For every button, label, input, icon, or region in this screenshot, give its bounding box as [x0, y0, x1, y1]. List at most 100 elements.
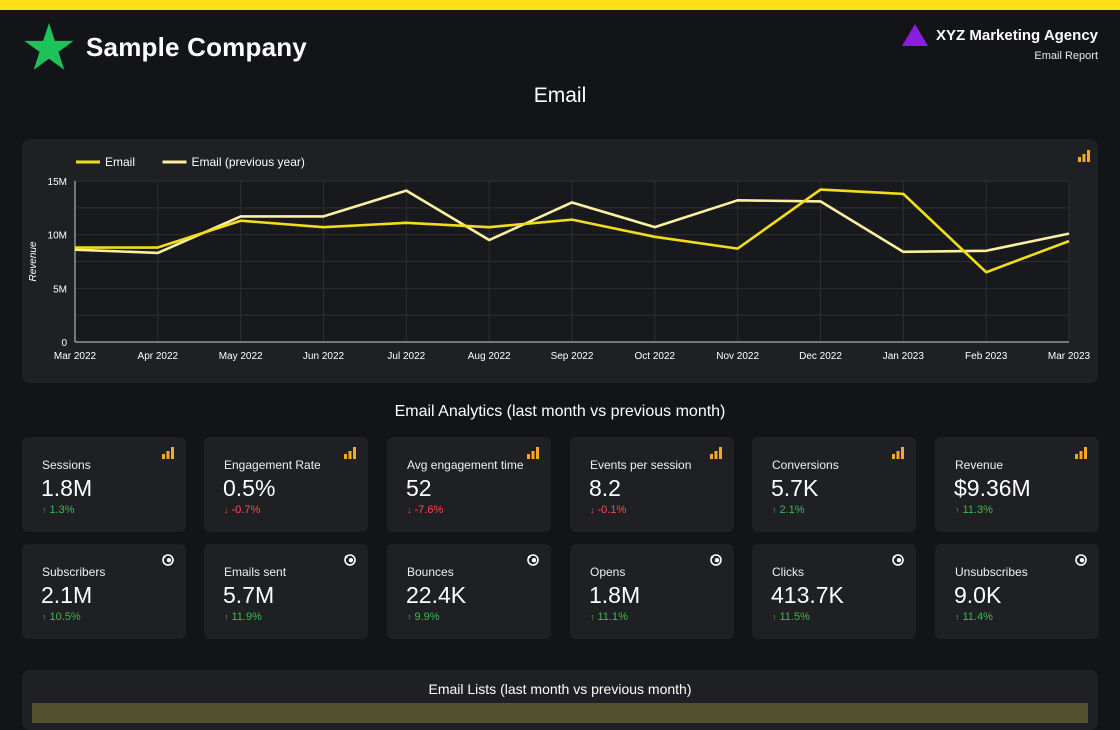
y-tick-label: 15M — [48, 177, 67, 188]
kpi-delta: ↑ 11.9% — [224, 611, 262, 623]
arrow-up-icon: ↑ — [407, 612, 412, 622]
kpi-delta-value: 10.5% — [49, 611, 81, 623]
kpi-card-opens: Opens 1.8M ↑ 11.1% — [570, 544, 734, 639]
top-accent-bar — [0, 0, 1120, 10]
arrow-up-icon: ↑ — [772, 505, 777, 515]
arrow-up-icon: ↑ — [772, 612, 777, 622]
x-tick-label: Oct 2022 — [635, 351, 676, 362]
x-tick-label: Mar 2023 — [1048, 351, 1091, 362]
arrow-down-icon: ↓ — [407, 505, 412, 515]
y-tick-label: 0 — [61, 338, 67, 349]
kpi-delta-value: 11.9% — [231, 611, 262, 623]
kpi-card-unsubscribes: Unsubscribes 9.0K ↑ 11.4% — [935, 544, 1099, 639]
kpi-value: 9.0K — [954, 582, 1002, 608]
email-lists-table-header — [32, 703, 1088, 723]
arrow-up-icon: ↑ — [224, 612, 229, 622]
monkey-icon[interactable] — [892, 554, 904, 566]
agency-name: XYZ Marketing Agency — [936, 26, 1098, 44]
monkey-icon[interactable] — [710, 554, 722, 566]
kpi-delta-value: 1.3% — [49, 504, 75, 516]
kpi-delta-value: 11.4% — [962, 611, 993, 623]
legend-label: Email — [105, 155, 135, 169]
monkey-icon[interactable] — [527, 554, 539, 566]
bar-chart-icon[interactable] — [1075, 447, 1087, 459]
kpi-label: Subscribers — [42, 565, 106, 579]
bar-chart-icon[interactable] — [344, 447, 356, 459]
kpi-delta: ↓ -7.6% — [407, 504, 443, 516]
kpi-card-emails-sent: Emails sent 5.7M ↑ 11.9% — [204, 544, 368, 639]
kpi-value: 2.1M — [41, 582, 93, 608]
email-lists-card: Email Lists (last month vs previous mont… — [22, 670, 1098, 730]
kpi-delta: ↓ -0.1% — [590, 504, 626, 516]
kpi-value: 8.2 — [589, 475, 621, 501]
kpi-card-revenue: Revenue $9.36M ↑ 11.3% — [935, 437, 1099, 532]
x-tick-label: Jul 2022 — [387, 351, 425, 362]
kpi-card-clicks: Clicks 413.7K ↑ 11.5% — [752, 544, 916, 639]
arrow-down-icon: ↓ — [224, 505, 229, 515]
kpi-delta-value: -7.6% — [414, 504, 444, 516]
company-name: Sample Company — [86, 31, 307, 62]
analytics-section-title: Email Analytics (last month vs previous … — [394, 403, 726, 420]
kpi-card-subscribers: Subscribers 2.1M ↑ 10.5% — [22, 544, 186, 639]
kpi-label: Clicks — [772, 565, 804, 579]
x-tick-label: Aug 2022 — [468, 351, 511, 362]
bar-chart-icon[interactable] — [527, 447, 539, 459]
kpi-label: Bounces — [407, 565, 454, 579]
bar-chart-icon[interactable] — [162, 447, 174, 459]
kpi-value: 5.7K — [771, 475, 819, 501]
kpi-delta-value: -0.7% — [231, 504, 261, 516]
star-icon — [24, 23, 74, 70]
x-tick-label: Dec 2022 — [799, 351, 842, 362]
kpi-delta-value: 11.3% — [962, 504, 993, 516]
kpi-delta: ↑ 11.5% — [772, 611, 810, 623]
kpi-value: $9.36M — [954, 475, 1031, 501]
kpi-label: Conversions — [772, 458, 839, 472]
kpi-value: 5.7M — [223, 582, 275, 608]
kpi-delta-value: -0.1% — [597, 504, 627, 516]
kpi-card-bounces: Bounces 22.4K ↑ 9.9% — [387, 544, 551, 639]
kpi-value: 1.8M — [589, 582, 641, 608]
y-tick-label: 5M — [53, 284, 67, 295]
kpi-delta-value: 2.1% — [779, 504, 805, 516]
revenue-line-chart: 0 5M 10M 15M Mar 2022 Apr 2022 May 2022 Jun 202… — [28, 155, 1091, 362]
arrow-up-icon: ↑ — [955, 505, 960, 515]
kpi-delta: ↑ 1.3% — [42, 504, 75, 516]
kpi-delta: ↑ 2.1% — [772, 504, 805, 516]
kpi-label: Sessions — [42, 458, 91, 472]
kpi-label: Avg engagement time — [407, 458, 524, 472]
kpi-label: Engagement Rate — [224, 458, 321, 472]
kpi-delta: ↑ 10.5% — [42, 611, 81, 623]
kpi-delta-value: 9.9% — [414, 611, 440, 623]
x-tick-label: Feb 2023 — [965, 351, 1008, 362]
kpi-label: Emails sent — [224, 565, 287, 579]
kpi-label: Opens — [590, 565, 626, 579]
x-tick-label: May 2022 — [219, 351, 263, 362]
legend-label: Email (previous year) — [192, 155, 305, 169]
kpi-label: Revenue — [955, 458, 1004, 472]
arrow-up-icon: ↑ — [42, 612, 47, 622]
kpi-delta-value: 11.1% — [597, 611, 628, 623]
kpi-label: Events per session — [590, 458, 692, 472]
arrow-up-icon: ↑ — [590, 612, 595, 622]
triangle-logo-icon — [902, 24, 929, 46]
agency-header: XYZ Marketing Agency Email Report — [902, 24, 1098, 62]
x-tick-label: Nov 2022 — [716, 351, 759, 362]
y-axis-title: Revenue — [28, 241, 39, 281]
kpi-card-engagement-rate: Engagement Rate 0.5% ↓ -0.7% — [204, 437, 368, 532]
x-tick-label: Jan 2023 — [883, 351, 925, 362]
company-brand: Sample Company — [24, 22, 307, 72]
bar-chart-icon[interactable] — [892, 447, 904, 459]
monkey-icon[interactable] — [162, 554, 174, 566]
kpi-card-sessions: Sessions 1.8M ↑ 1.3% — [22, 437, 186, 532]
y-tick-label: 10M — [48, 231, 67, 242]
kpi-value: 0.5% — [223, 475, 276, 501]
report-subtitle: Email Report — [1034, 50, 1098, 62]
kpi-delta: ↑ 11.4% — [955, 611, 993, 623]
email-lists-title: Email Lists (last month vs previous mont… — [428, 681, 692, 697]
monkey-icon[interactable] — [1075, 554, 1087, 566]
bar-chart-icon[interactable] — [1078, 150, 1090, 162]
bar-chart-icon[interactable] — [710, 447, 722, 459]
kpi-value: 52 — [406, 475, 432, 501]
monkey-icon[interactable] — [344, 554, 356, 566]
kpi-value: 413.7K — [771, 582, 844, 608]
